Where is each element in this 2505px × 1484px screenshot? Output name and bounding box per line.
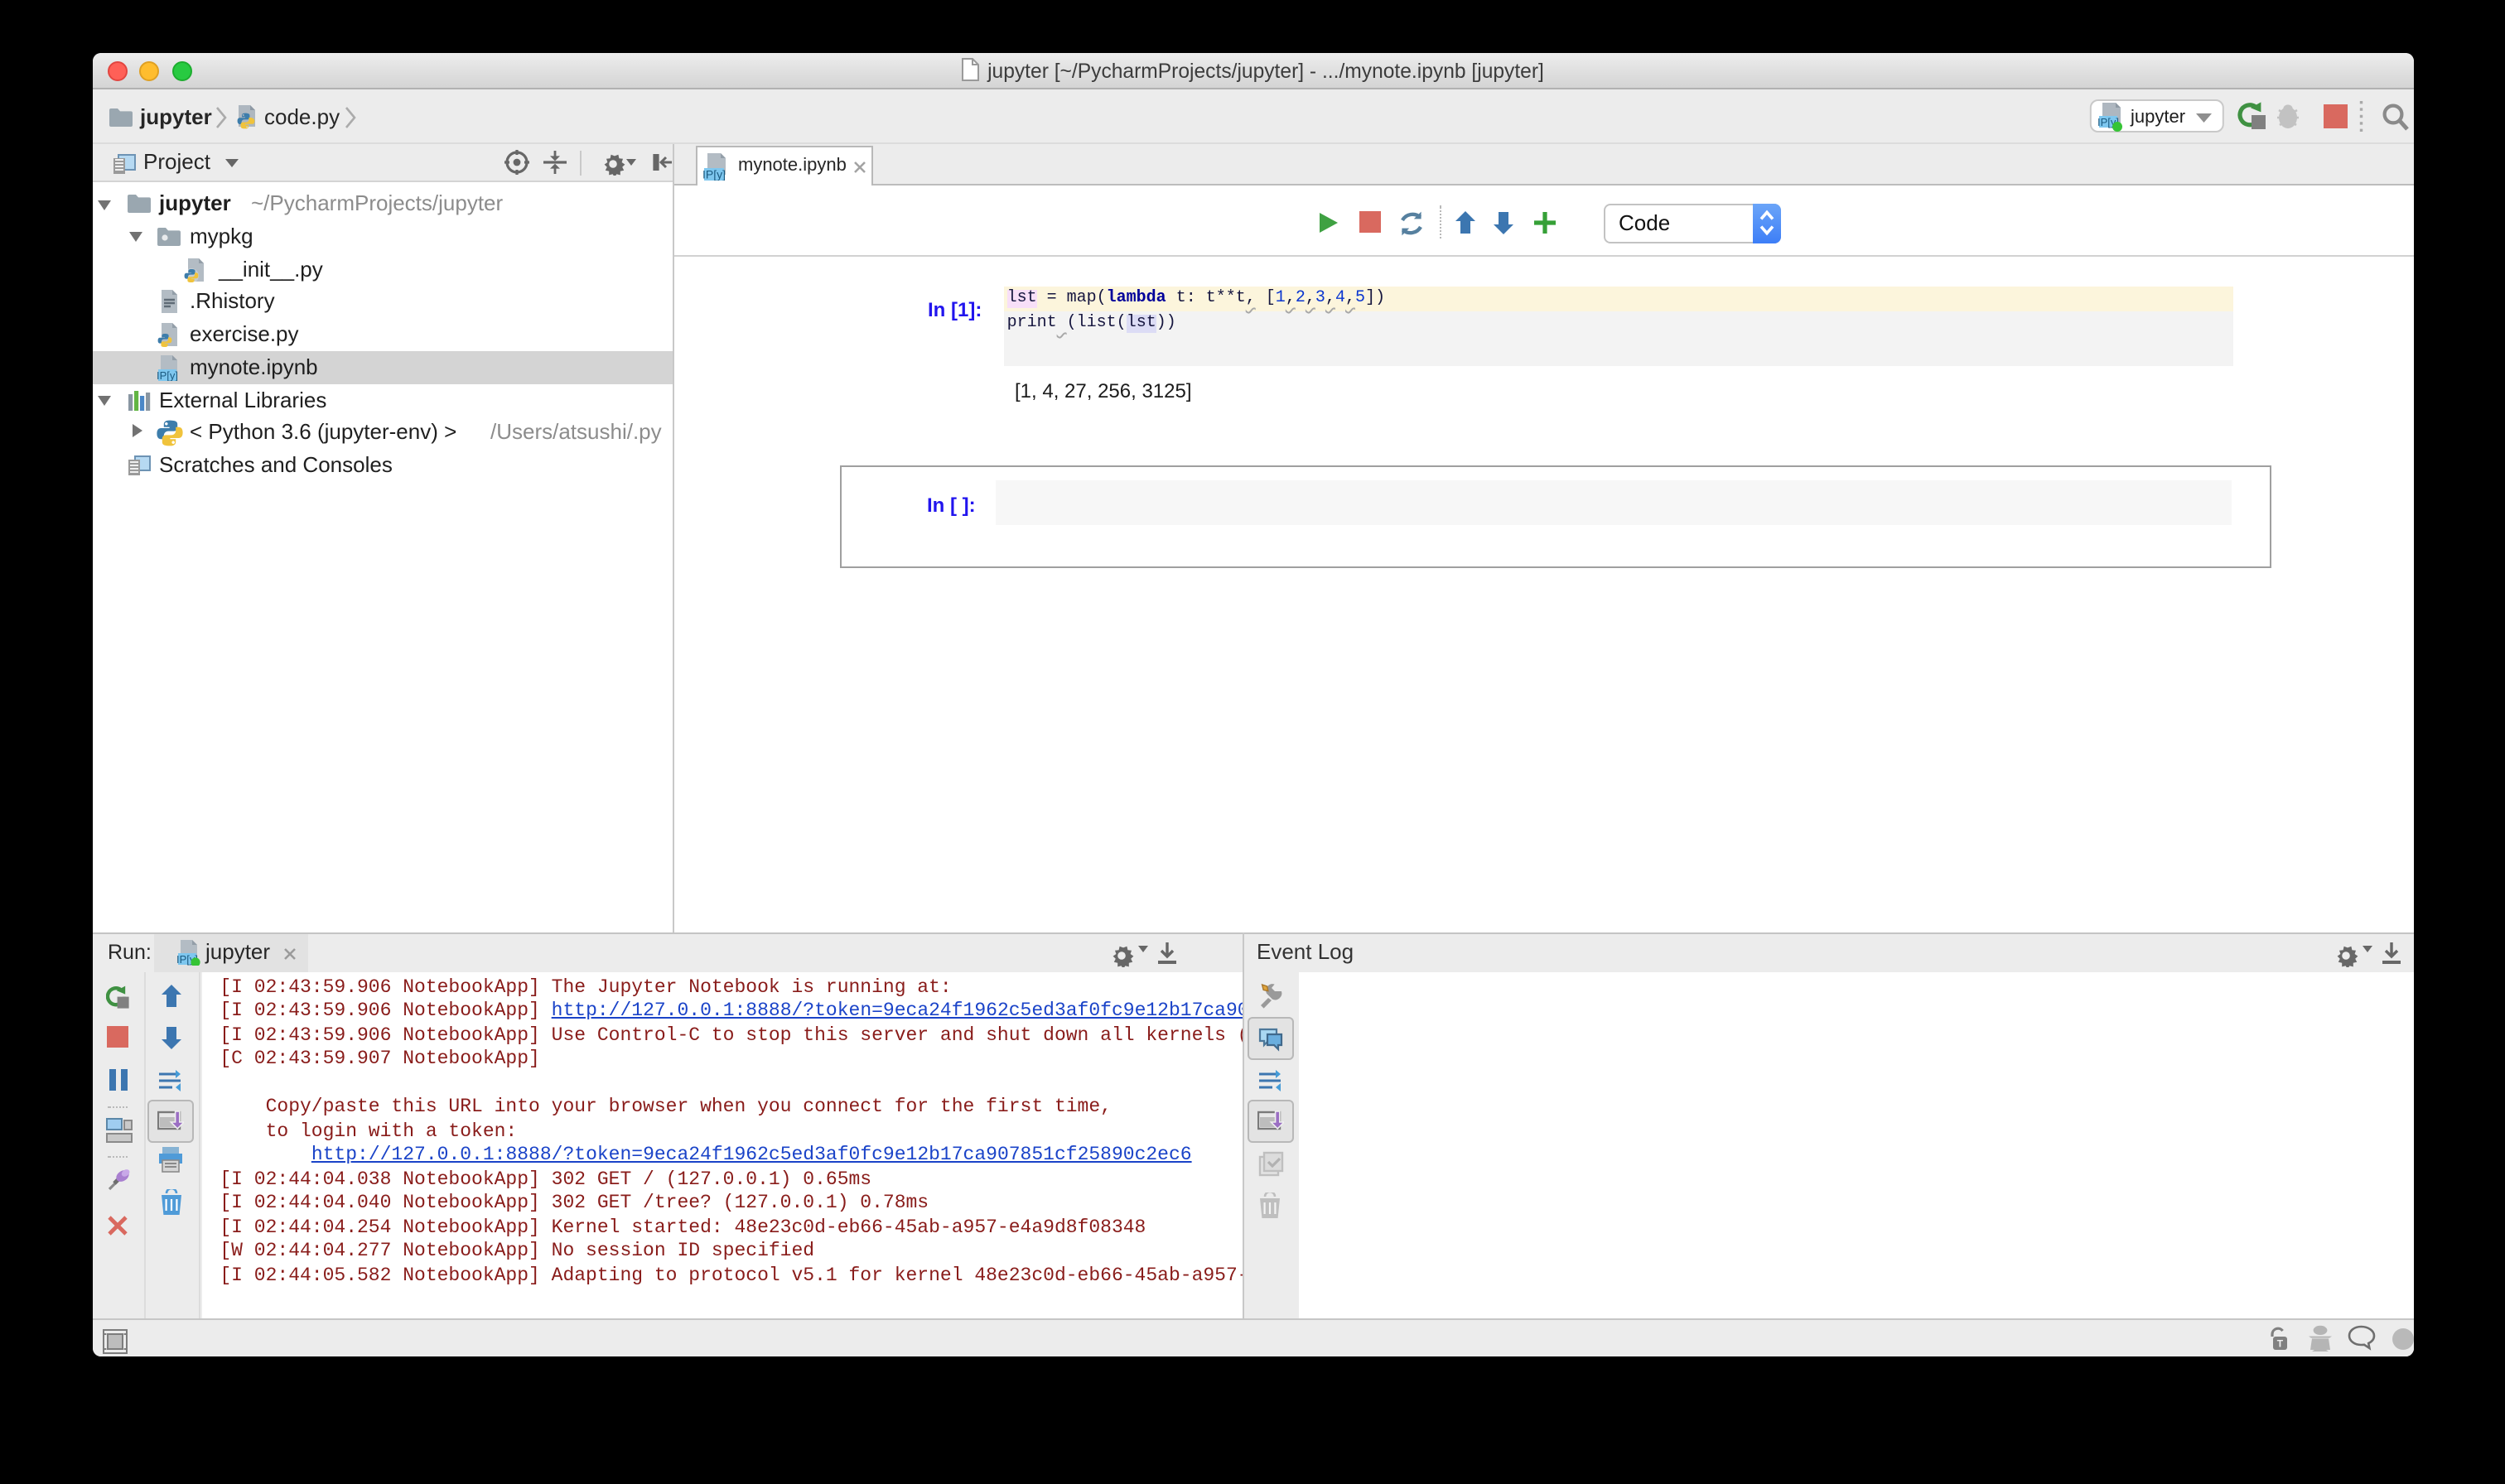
- svg-text:jupyter: jupyter: [2129, 106, 2184, 127]
- svg-text:IP[y]: IP[y]: [702, 168, 725, 181]
- svg-text:T: T: [2276, 1337, 2283, 1348]
- svg-text:IP[y]: IP[y]: [156, 369, 177, 381]
